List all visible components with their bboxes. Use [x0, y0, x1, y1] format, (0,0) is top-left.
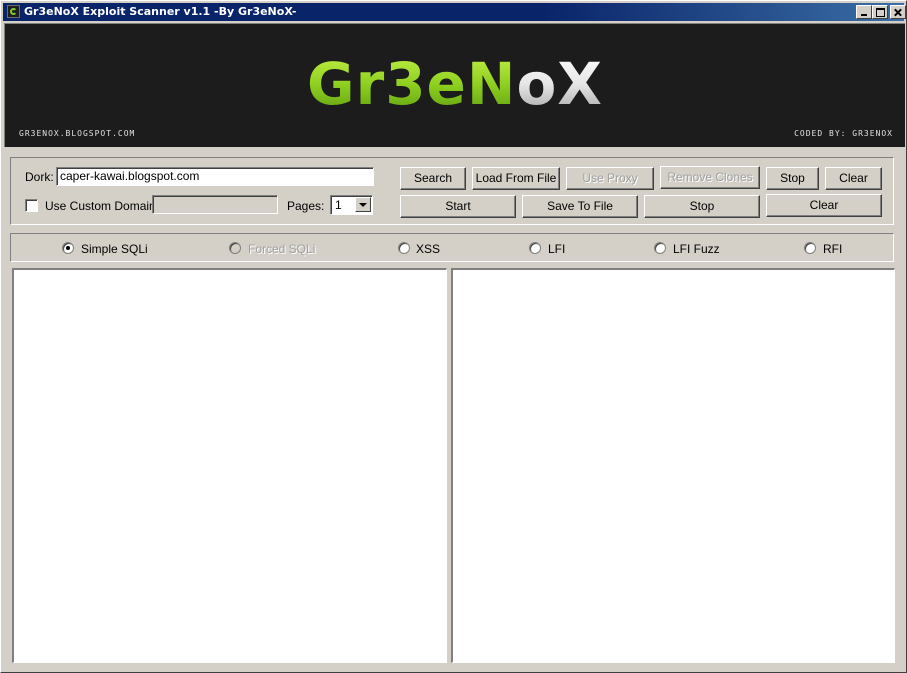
dork-input[interactable]: caper-kawai.blogspot.com — [56, 167, 374, 186]
search-results-list[interactable] — [12, 268, 447, 663]
load-from-file-button[interactable]: Load From File — [472, 167, 560, 190]
radio-label-lfi-fuzz: LFI Fuzz — [673, 242, 720, 256]
dork-label: Dork: — [25, 170, 54, 184]
chevron-down-icon[interactable] — [355, 197, 371, 212]
logo-text-white: oX — [516, 50, 604, 118]
main-window: Gr3eNoX Exploit Scanner v1.1 -By Gr3eNoX… — [0, 0, 907, 673]
start-button[interactable]: Start — [400, 195, 516, 218]
save-to-file-button[interactable]: Save To File — [522, 195, 638, 218]
radio-label-lfi: LFI — [548, 242, 566, 256]
author-caption: CODED BY: GR3ENOX — [794, 129, 893, 138]
website-caption: GR3ENOX.BLOGSPOT.COM — [19, 129, 136, 138]
vulnerable-results-list[interactable] — [451, 268, 895, 663]
radio-label-xss: XSS — [416, 242, 441, 256]
custom-domain-checkbox[interactable] — [25, 199, 38, 212]
window-title: Gr3eNoX Exploit Scanner v1.1 -By Gr3eNoX… — [24, 5, 297, 18]
logo-text-green: Gr3eN — [306, 50, 517, 118]
pages-select-value: 1 — [335, 198, 342, 212]
radio-rfi[interactable] — [804, 242, 816, 254]
maximize-button[interactable] — [872, 5, 888, 19]
clear-search-button[interactable]: Clear — [825, 167, 882, 190]
clear-scan-button[interactable]: Clear — [766, 194, 882, 217]
search-button[interactable]: Search — [400, 167, 466, 190]
minimize-button[interactable] — [856, 5, 872, 19]
stop-scan-button[interactable]: Stop — [644, 195, 760, 218]
title-bar[interactable]: Gr3eNoX Exploit Scanner v1.1 -By Gr3eNoX… — [3, 3, 906, 21]
custom-domain-label: Use Custom Domain: — [45, 199, 160, 213]
radio-label-forced-sqli: Forced SQLi — [248, 242, 316, 256]
remove-clones-button[interactable]: Remove Clones — [660, 166, 760, 189]
use-proxy-button[interactable]: Use Proxy — [566, 167, 654, 190]
radio-label-rfi: RFI — [823, 242, 843, 256]
header-banner: Gr3eNoX GR3ENOX.BLOGSPOT.COM CODED BY: G… — [4, 23, 905, 147]
radio-simple-sqli[interactable] — [62, 242, 74, 254]
radio-label-simple-sqli: Simple SQLi — [81, 242, 148, 256]
radio-forced-sqli[interactable] — [229, 242, 241, 254]
radio-lfi[interactable] — [529, 242, 541, 254]
stop-search-button[interactable]: Stop — [766, 167, 819, 190]
pages-label: Pages: — [287, 199, 325, 213]
radio-xss[interactable] — [398, 242, 410, 254]
radio-lfi-fuzz[interactable] — [654, 242, 666, 254]
custom-domain-input[interactable] — [152, 195, 278, 214]
app-icon[interactable] — [7, 5, 20, 18]
pages-select[interactable]: 1 — [330, 195, 373, 215]
close-button[interactable] — [890, 5, 906, 19]
logo: Gr3eNoX — [5, 50, 905, 118]
